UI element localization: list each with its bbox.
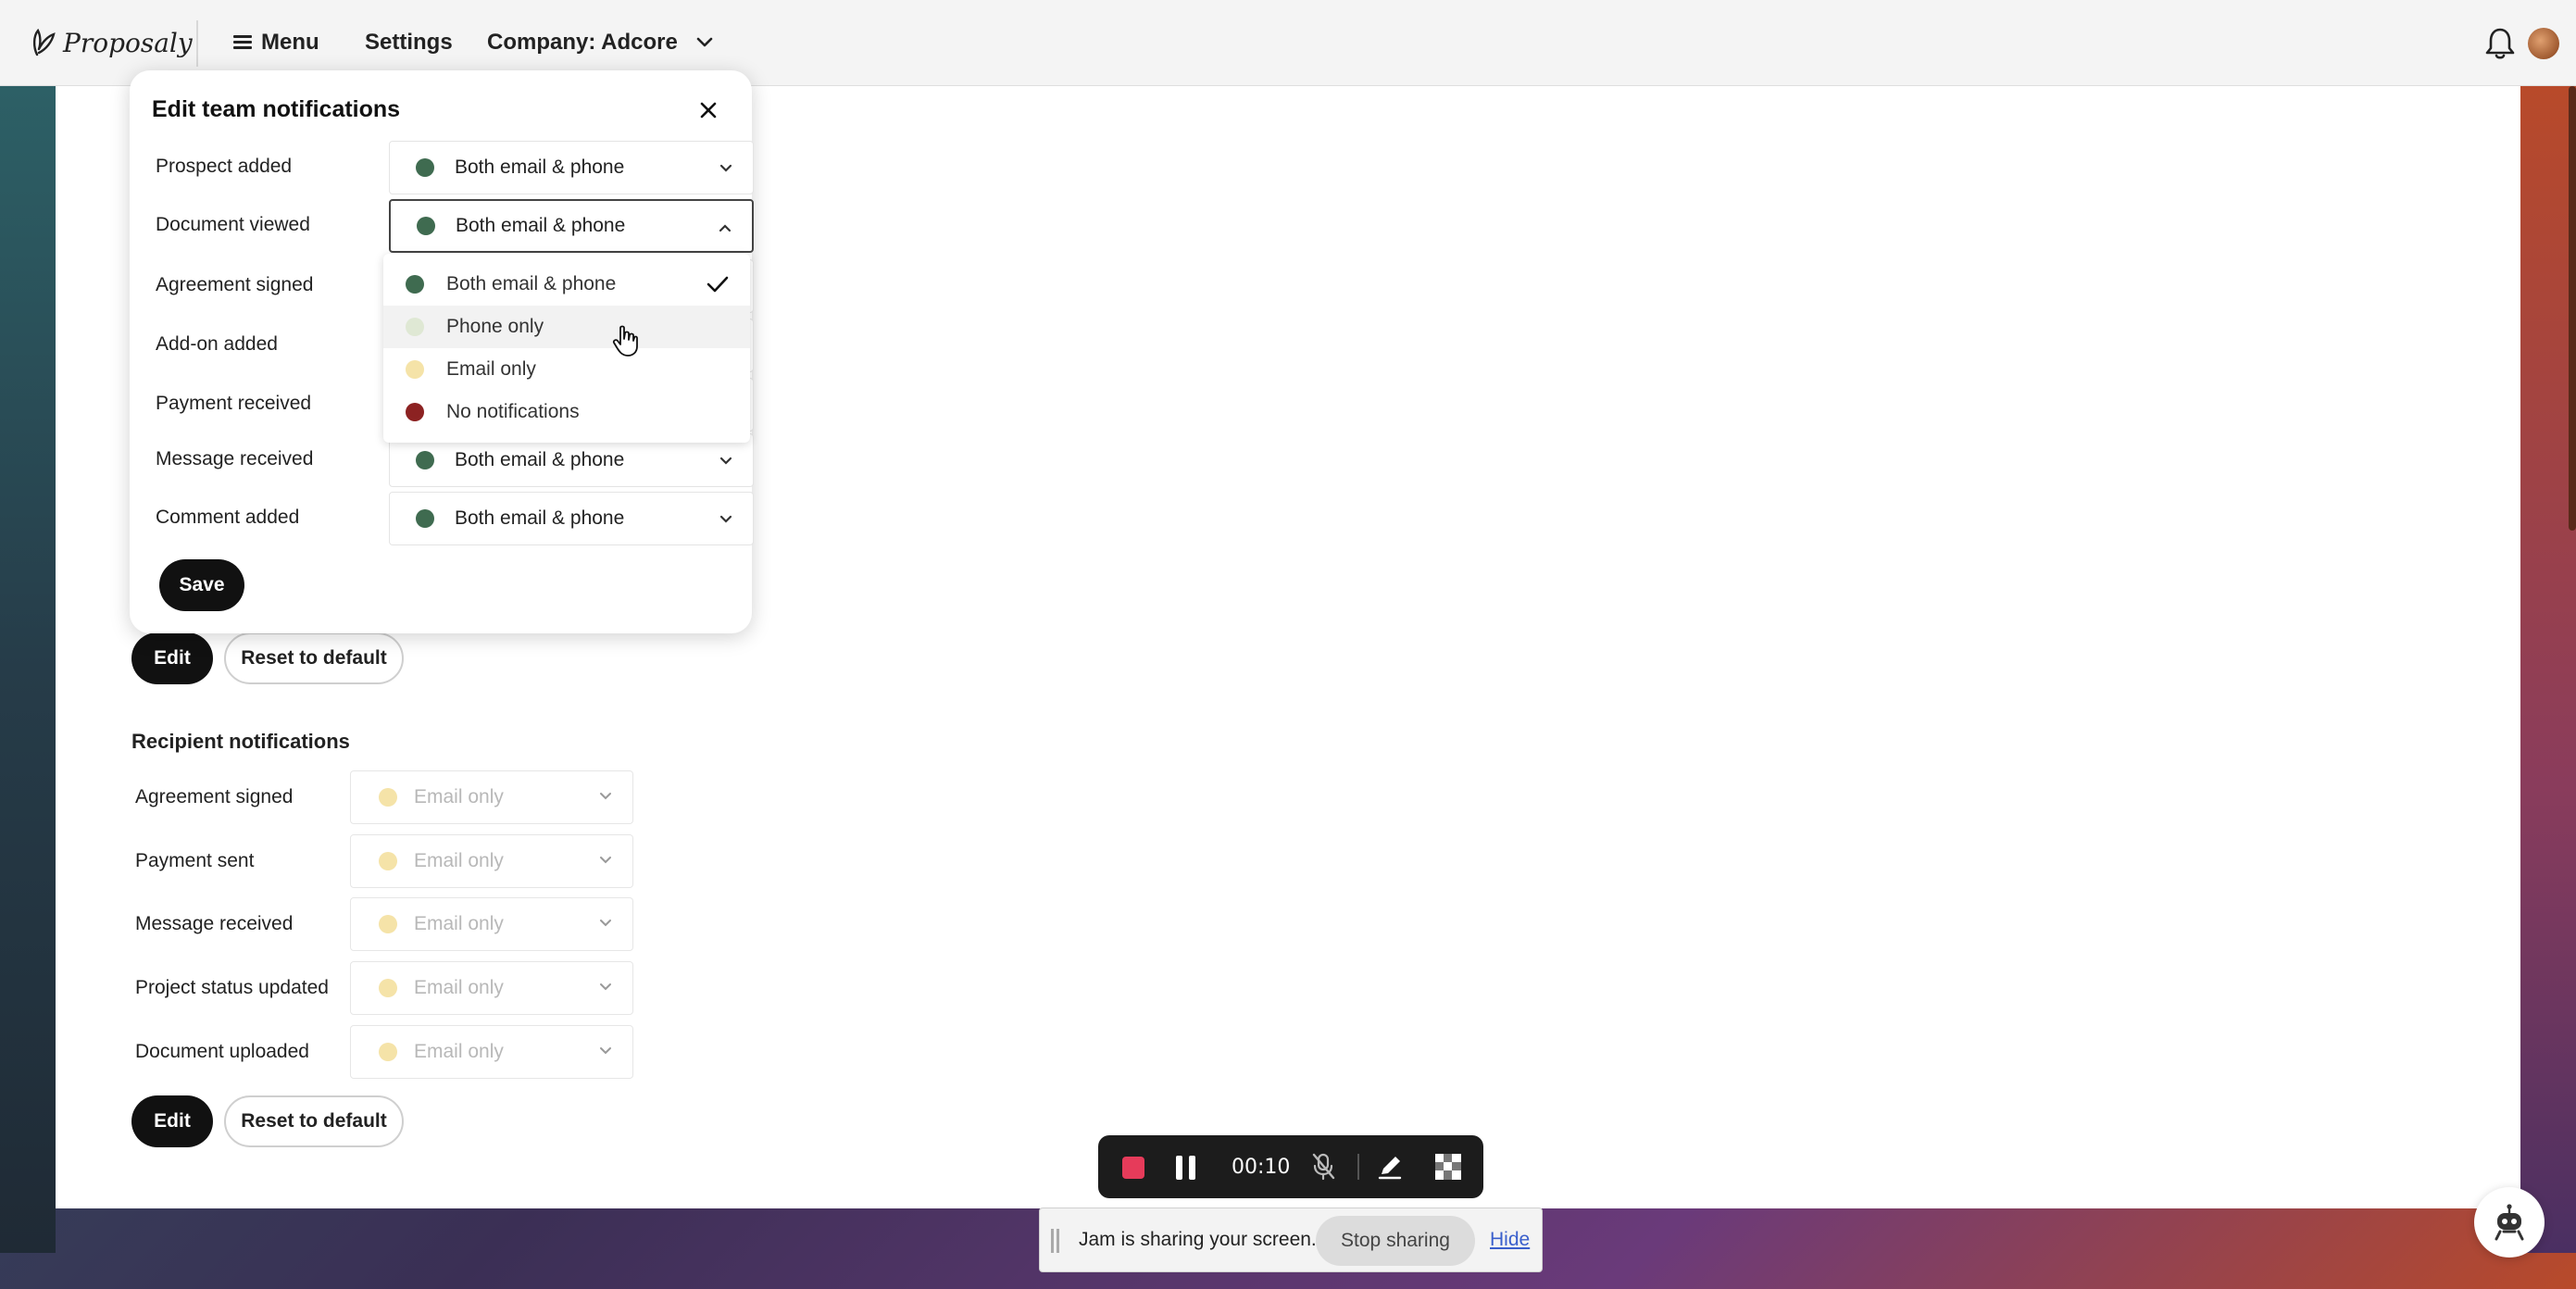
team-select[interactable]: Both email & phone: [389, 141, 754, 194]
status-dot: [406, 403, 424, 421]
dropdown-option[interactable]: No notifications: [383, 391, 750, 433]
company-label: Company: Adcore: [487, 30, 678, 55]
recipient-row-label: Project status updated: [135, 977, 329, 998]
pause-icon[interactable]: [1176, 1156, 1196, 1180]
pen-icon[interactable]: [1376, 1152, 1404, 1182]
modal-title: Edit team notifications: [152, 96, 401, 122]
recipient-edit-button[interactable]: Edit: [131, 1095, 213, 1147]
team-row-label: Add-on added: [156, 333, 278, 355]
status-dot: [379, 979, 397, 997]
recipient-row-label: Document uploaded: [135, 1041, 309, 1062]
robot-icon: [2495, 1204, 2524, 1241]
menu-label: Menu: [261, 30, 319, 55]
save-button[interactable]: Save: [159, 559, 244, 611]
screen-sharing-bar: Jam is sharing your screen. Stop sharing…: [1039, 1208, 1543, 1272]
stop-sharing-button[interactable]: Stop sharing: [1316, 1216, 1475, 1266]
hand-cursor-icon: [612, 325, 638, 357]
recipient-select[interactable]: Email only: [350, 1025, 633, 1079]
chevron-down-icon: [600, 857, 611, 864]
status-dot: [379, 1043, 397, 1061]
chevron-down-icon: [719, 457, 732, 465]
screen-recorder-toolbar: 00:10: [1098, 1135, 1483, 1198]
chevron-down-icon: [600, 793, 611, 800]
assistant-button[interactable]: [2474, 1187, 2545, 1258]
recipient-section-title: Recipient notifications: [131, 730, 350, 753]
chevron-down-icon: [696, 37, 713, 47]
dropdown-option[interactable]: Phone only: [383, 306, 750, 348]
recipient-row-label: Agreement signed: [135, 786, 294, 807]
company-selector[interactable]: Company: Adcore: [487, 26, 713, 59]
background-left: [0, 86, 56, 1253]
chevron-down-icon: [600, 983, 611, 991]
sharing-status-text: Jam is sharing your screen.: [1079, 1229, 1317, 1250]
status-dot: [416, 158, 434, 177]
close-icon[interactable]: [696, 98, 720, 122]
logo-icon: [32, 28, 56, 56]
recording-timer: 00:10: [1232, 1156, 1291, 1179]
status-dot: [416, 509, 434, 528]
status-dot: [379, 788, 397, 807]
chevron-down-icon: [719, 515, 732, 523]
chevron-down-icon: [719, 164, 732, 172]
mic-muted-icon[interactable]: [1309, 1152, 1337, 1182]
team-reset-button[interactable]: Reset to default: [224, 632, 404, 684]
recipient-select[interactable]: Email only: [350, 834, 633, 888]
team-row-label: Comment added: [156, 507, 300, 528]
team-edit-button[interactable]: Edit: [131, 632, 213, 684]
team-select-open[interactable]: Both email & phone: [389, 199, 754, 253]
team-row-label: Document viewed: [156, 214, 310, 235]
toolbar-divider: [1357, 1154, 1359, 1180]
team-row-label: Message received: [156, 448, 314, 469]
chevron-up-icon: [719, 224, 732, 232]
team-row-label: Payment received: [156, 393, 312, 414]
status-dot: [406, 318, 424, 336]
avatar[interactable]: [2528, 28, 2559, 59]
logo-text: Proposaly: [63, 27, 193, 58]
chevron-down-icon: [600, 920, 611, 927]
team-select[interactable]: Both email & phone: [389, 492, 754, 545]
team-row-label: Prospect added: [156, 156, 293, 177]
stop-recording-icon[interactable]: [1122, 1157, 1144, 1179]
recipient-row-label: Message received: [135, 913, 294, 934]
status-dot: [417, 217, 435, 235]
scrollbar[interactable]: [2569, 86, 2576, 531]
dropdown-option[interactable]: Email only: [383, 348, 750, 391]
hide-link[interactable]: Hide: [1490, 1229, 1530, 1251]
status-dot: [416, 451, 434, 469]
hamburger-icon: [233, 35, 252, 50]
notification-dropdown-menu: Both email & phone Phone only Email only…: [383, 254, 750, 443]
recipient-reset-button[interactable]: Reset to default: [224, 1095, 404, 1147]
blur-icon[interactable]: [1435, 1154, 1461, 1180]
drag-handle-icon[interactable]: [1051, 1229, 1060, 1253]
recipient-select[interactable]: Email only: [350, 770, 633, 824]
recipient-row-label: Payment sent: [135, 850, 255, 871]
recipient-select[interactable]: Email only: [350, 961, 633, 1015]
chevron-down-icon: [600, 1047, 611, 1055]
topbar-divider: [196, 20, 198, 67]
status-dot: [406, 275, 424, 294]
settings-label: Settings: [365, 30, 453, 55]
background-right: [2520, 86, 2576, 1253]
status-dot: [379, 852, 397, 870]
logo[interactable]: Proposaly: [30, 22, 193, 63]
settings-link[interactable]: Settings: [365, 26, 453, 59]
check-icon: [707, 276, 729, 293]
bell-icon[interactable]: [2483, 26, 2517, 61]
menu-button[interactable]: Menu: [233, 26, 319, 59]
status-dot: [379, 915, 397, 933]
dropdown-option[interactable]: Both email & phone: [383, 263, 750, 306]
status-dot: [406, 360, 424, 379]
team-row-label: Agreement signed: [156, 274, 314, 295]
recipient-select[interactable]: Email only: [350, 897, 633, 951]
